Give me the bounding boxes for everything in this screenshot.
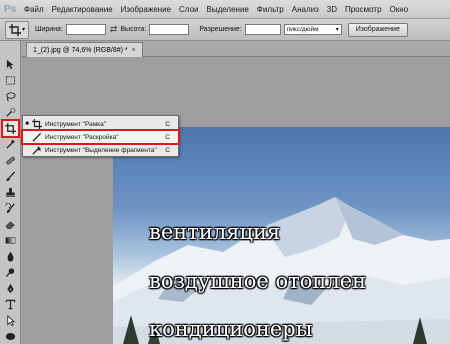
ps-logo: Ps [3, 3, 17, 15]
brush-icon [6, 171, 16, 182]
eyedropper-icon [6, 139, 15, 149]
eraser-icon [5, 221, 15, 229]
history-brush-icon [5, 203, 15, 214]
resolution-label: Разрешение: [199, 26, 242, 33]
close-icon[interactable]: × [132, 47, 136, 54]
gradient-icon [5, 237, 16, 244]
photoshop-window: Ps Файл Редактирование Изображение Слои … [0, 0, 450, 344]
swap-icon[interactable]: ⇄ [110, 24, 118, 35]
shape-tool[interactable] [3, 329, 18, 344]
tools-panel [0, 41, 21, 344]
quick-select-icon [6, 107, 16, 117]
quick-select-tool[interactable] [3, 105, 18, 120]
front-image-button[interactable]: Изображение [347, 22, 408, 37]
overlay-text-line-1: вентиляция [149, 220, 281, 244]
crop-tool-flyout: ■ Инструмент "Рамка" C Инструмент "Раскр… [21, 115, 180, 157]
menu-filter[interactable]: Фильтр [253, 5, 288, 14]
type-tool[interactable] [3, 297, 18, 312]
overlay-text-line-3: кондиционеры [149, 317, 313, 341]
flyout-shortcut-crop: C [165, 120, 170, 128]
pen-icon [7, 283, 14, 294]
document-tab[interactable]: 1_(2).jpg @ 74,6% (RGB/8#) * × [26, 42, 143, 57]
flyout-shortcut-slice: C [165, 133, 170, 141]
menu-image[interactable]: Изображение [117, 5, 175, 14]
flyout-item-slice-select[interactable]: Инструмент "Выделение фрагмента" C [23, 144, 178, 156]
flyout-item-slice[interactable]: Инструмент "Раскройка" C [21, 129, 180, 145]
selected-bullet-icon: ■ [25, 121, 29, 127]
options-bar: ▾ Ширина: ⇄ Высота: Разрешение: пикс/дюй… [0, 19, 450, 41]
marquee-tool[interactable] [3, 73, 18, 88]
chevron-down-icon: ▾ [21, 27, 25, 33]
tool-preset-picker[interactable]: ▾ [5, 20, 29, 39]
flyout-label-crop: Инструмент "Рамка" [45, 120, 107, 128]
slice-select-icon [31, 145, 43, 155]
brush-tool[interactable] [3, 169, 18, 184]
history-brush-tool[interactable] [3, 201, 18, 216]
menu-select[interactable]: Выделение [202, 5, 252, 14]
crop-icon [5, 123, 16, 134]
stamp-icon [5, 187, 16, 197]
flyout-shortcut-slice-select: C [165, 146, 170, 154]
eraser-tool[interactable] [3, 217, 18, 232]
units-select[interactable]: пикс/дюйм ▾ [283, 24, 342, 35]
height-label: Высота: [120, 26, 147, 33]
healing-tool[interactable] [3, 153, 18, 168]
blur-icon [7, 251, 14, 262]
dodge-tool[interactable] [3, 265, 18, 280]
width-label: Ширина: [35, 26, 63, 33]
canvas-image[interactable]: вентиляция воздушное отоплен кондиционер… [113, 127, 450, 344]
crop-icon [8, 23, 21, 36]
pen-tool[interactable] [3, 281, 18, 296]
menu-view[interactable]: Просмотр [341, 5, 386, 14]
flyout-label-slice-select: Инструмент "Выделение фрагмента" [45, 146, 157, 154]
overlay-text-line-2: воздушное отоплен [149, 269, 367, 293]
crop-tool[interactable] [1, 119, 20, 138]
move-icon [6, 59, 14, 70]
menu-3d[interactable]: 3D [323, 5, 341, 14]
height-input[interactable] [149, 24, 190, 35]
menu-layers[interactable]: Слои [175, 5, 202, 14]
flyout-item-crop[interactable]: ■ Инструмент "Рамка" C [23, 118, 178, 130]
eyedropper-tool[interactable] [3, 137, 18, 152]
width-input[interactable] [65, 24, 106, 35]
dodge-icon [5, 268, 15, 278]
path-select-tool[interactable] [3, 313, 18, 328]
lasso-tool[interactable] [3, 89, 18, 104]
menu-edit[interactable]: Редактирование [48, 5, 117, 14]
flyout-label-slice: Инструмент "Раскройка" [45, 133, 119, 141]
menu-file[interactable]: Файл [20, 5, 48, 14]
slice-icon [31, 132, 43, 142]
crop-icon [31, 119, 43, 129]
healing-icon [6, 156, 15, 165]
gradient-tool[interactable] [3, 233, 18, 248]
chevron-down-icon: ▾ [335, 27, 339, 33]
menu-analysis[interactable]: Анализ [288, 5, 323, 14]
resolution-input[interactable] [244, 24, 281, 35]
menu-window[interactable]: Окно [386, 5, 413, 14]
lasso-icon [6, 92, 16, 102]
document-tab-bar: 1_(2).jpg @ 74,6% (RGB/8#) * × [22, 41, 450, 57]
stamp-tool[interactable] [3, 185, 18, 200]
move-tool[interactable] [3, 57, 18, 72]
units-value: пикс/дюйм [286, 26, 319, 33]
marquee-icon [5, 76, 16, 85]
document-title: 1_(2).jpg @ 74,6% (RGB/8#) * [33, 46, 128, 54]
menu-bar: Ps Файл Редактирование Изображение Слои … [0, 0, 450, 19]
path-select-icon [7, 315, 16, 326]
type-icon [5, 299, 16, 310]
shape-icon [5, 333, 16, 340]
blur-tool[interactable] [3, 249, 18, 264]
